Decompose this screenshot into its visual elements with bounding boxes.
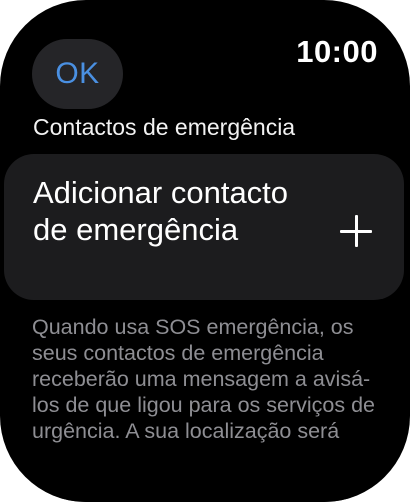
plus-icon xyxy=(340,215,372,247)
watch-screen: OK 10:00 Contactos de emergência Adicion… xyxy=(0,0,410,502)
bottom-fade xyxy=(0,462,410,502)
ok-button[interactable]: OK xyxy=(32,39,123,109)
add-emergency-contact-button[interactable]: Adicionar contacto de emergência xyxy=(4,154,404,300)
description-text: Quando usa SOS emergência, os seus conta… xyxy=(32,315,376,443)
section-title: Contactos de emergência xyxy=(33,114,296,140)
clock-time: 10:00 xyxy=(296,34,378,69)
add-emergency-contact-label: Adicionar contacto de emergência xyxy=(33,175,289,247)
